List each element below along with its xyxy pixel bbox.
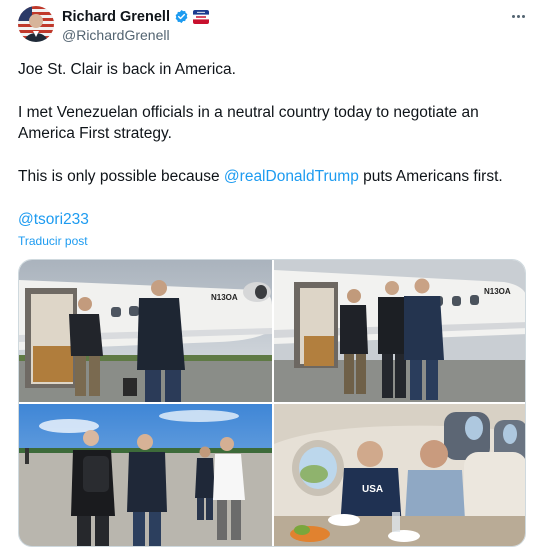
- tail-number: N13OA: [211, 293, 238, 302]
- dot: [516, 14, 520, 18]
- tweet-paragraph-2: I met Venezuelan officials in a neutral …: [18, 104, 479, 142]
- paragraph-text: puts Americans first.: [358, 168, 503, 185]
- paragraph-text: This is only possible because: [18, 168, 224, 185]
- verified-badge-icon[interactable]: [174, 9, 189, 24]
- media-grid: N13OA N13OA USA: [18, 259, 526, 547]
- avatar[interactable]: [18, 6, 54, 42]
- display-name[interactable]: Richard Grenell: [62, 9, 170, 25]
- photo-airplane-door[interactable]: N13OA: [19, 260, 272, 402]
- flag-affiliation-icon[interactable]: [192, 9, 209, 24]
- mention-link[interactable]: @realDonaldTrump: [224, 168, 359, 185]
- author-handle[interactable]: @RichardGrenell: [62, 27, 209, 43]
- mention-link[interactable]: @tsori233: [18, 211, 89, 228]
- tweet-paragraph-1: Joe St. Clair is back in America.: [18, 61, 236, 78]
- tweet: Richard Grenell @RichardGrenell Joe St. …: [0, 0, 539, 560]
- name-row: Richard Grenell: [62, 7, 209, 26]
- shirt-text: USA: [362, 484, 383, 495]
- dot: [521, 14, 525, 18]
- author-info: Richard Grenell @RichardGrenell: [62, 7, 209, 43]
- dot: [511, 14, 515, 18]
- more-options-icon[interactable]: [508, 8, 528, 24]
- photo-greeting-at-plane[interactable]: N13OA: [274, 260, 525, 402]
- photo-jet-cabin[interactable]: USA: [274, 404, 525, 546]
- tweet-paragraph-3: This is only possible because @realDonal…: [18, 166, 523, 187]
- translate-post-link[interactable]: Traducir post: [18, 234, 88, 248]
- photo-walking-tarmac[interactable]: [19, 404, 272, 546]
- tweet-paragraph-4: @tsori233: [18, 209, 523, 230]
- tail-number: N13OA: [484, 287, 511, 296]
